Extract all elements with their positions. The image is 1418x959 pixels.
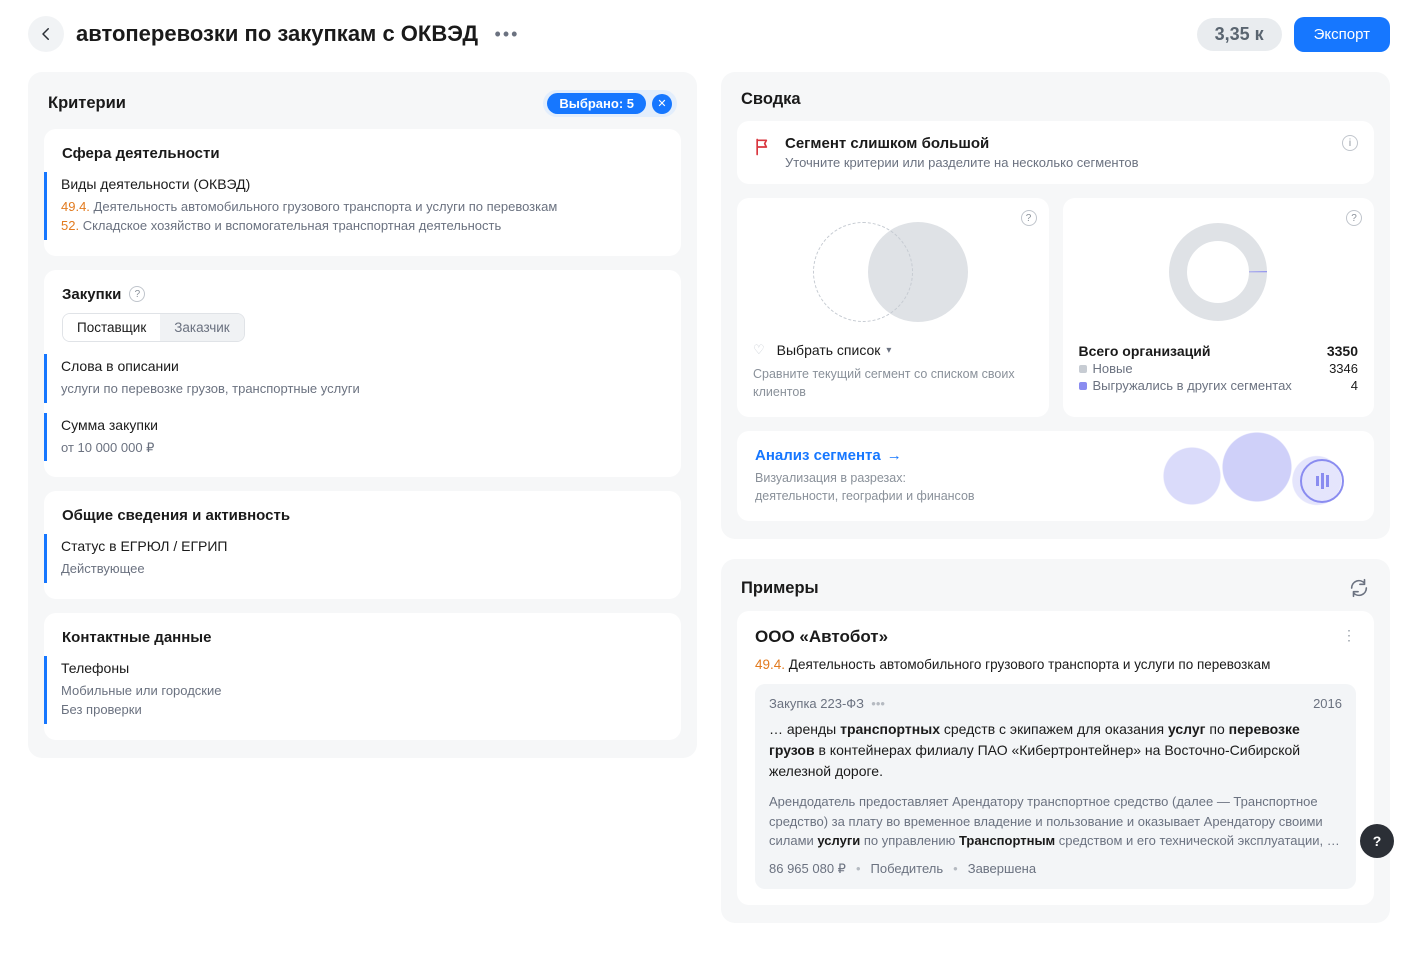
toggle-supplier[interactable]: Поставщик — [63, 314, 160, 341]
summary-title: Сводка — [741, 90, 801, 109]
criteria-card-general[interactable]: Общие сведения и активность Статус в ЕГР… — [44, 491, 681, 599]
criterion-line: Мобильные или городские — [61, 682, 663, 701]
export-button[interactable]: Экспорт — [1294, 17, 1390, 52]
criterion-status: Статус в ЕГРЮЛ / ЕГРИП Действующее — [44, 534, 663, 583]
purchase-card[interactable]: Закупка 223-ФЗ ••• 2016 … аренды транспо… — [755, 684, 1356, 889]
card-title: Закупки — [62, 286, 121, 303]
selected-filters-chip[interactable]: Выбрано: 5 ✕ — [543, 90, 677, 117]
criteria-card-contacts[interactable]: Контактные данные Телефоны Мобильные или… — [44, 613, 681, 740]
info-icon[interactable]: ? — [1021, 210, 1037, 226]
heart-icon: ♡ — [753, 342, 765, 358]
analysis-sub1: Визуализация в разрезах: — [755, 470, 1116, 488]
criterion-phones: Телефоны Мобильные или городские Без про… — [44, 656, 663, 724]
compare-hint: Сравните текущий сегмент со списком свои… — [753, 366, 1033, 401]
criterion-line: 52. Складское хозяйство и вспомогательна… — [61, 217, 663, 236]
example-more-icon[interactable]: ⋮ — [1342, 627, 1356, 644]
summary-panel: Сводка Сегмент слишком большой Уточните … — [721, 72, 1390, 539]
arrow-left-icon — [37, 25, 55, 43]
criterion-line: от 10 000 000 ₽ — [61, 439, 663, 458]
criterion-title: Виды деятельности (ОКВЭД) — [61, 176, 663, 192]
page-header: автоперевозки по закупкам с ОКВЭД ••• 3,… — [28, 16, 1390, 52]
help-fab-button[interactable]: ? — [1360, 824, 1394, 858]
new-value: 3346 — [1329, 361, 1358, 376]
legend-dot-grey — [1079, 365, 1087, 373]
criteria-title: Критерии — [48, 94, 126, 113]
purchase-status: Завершена — [968, 861, 1036, 876]
total-value: 3350 — [1327, 343, 1358, 359]
result-count-badge: 3,35 к — [1197, 18, 1282, 51]
back-button[interactable] — [28, 16, 64, 52]
role-toggle[interactable]: Поставщик Заказчик — [62, 313, 245, 342]
criterion-title: Телефоны — [61, 660, 663, 676]
purchase-footer: 86 965 080 ₽ • Победитель • Завершена — [769, 861, 1342, 877]
donut-chart — [1079, 212, 1359, 332]
example-okved: 49.4. Деятельность автомобильного грузов… — [755, 657, 1356, 672]
info-icon[interactable]: ? — [1346, 210, 1362, 226]
criterion-line: 49.4. Деятельность автомобильного грузов… — [61, 198, 663, 217]
analysis-card[interactable]: Анализ сегмента → Визуализация в разреза… — [737, 431, 1374, 521]
help-icon[interactable]: ? — [129, 286, 145, 302]
criteria-panel: Критерии Выбрано: 5 ✕ Сфера деятельности… — [28, 72, 697, 758]
selected-count-chip: Выбрано: 5 — [547, 93, 646, 114]
select-list-dropdown[interactable]: ♡ Выбрать список ▾ — [753, 342, 1033, 358]
criterion-line: услуги по перевозке грузов, транспортные… — [61, 380, 663, 399]
compare-card: ? ♡ Выбрать список ▾ Сравните текущий се… — [737, 198, 1049, 417]
criterion-title: Статус в ЕГРЮЛ / ЕГРИП — [61, 538, 663, 554]
example-company-name[interactable]: ООО «Автобот» — [755, 627, 888, 647]
info-icon[interactable]: i — [1342, 135, 1358, 151]
criterion-amount: Сумма закупки от 10 000 000 ₽ — [44, 413, 663, 462]
card-title: Сфера деятельности — [62, 145, 663, 162]
page-title: автоперевозки по закупкам с ОКВЭД — [76, 21, 478, 47]
alert-title: Сегмент слишком большой — [785, 135, 1139, 152]
purchase-year: 2016 — [1313, 696, 1342, 711]
purchase-amount: 86 965 080 ₽ — [769, 861, 846, 877]
examples-panel: Примеры ООО «Автобот» ⋮ 49.4. Деятельнос… — [721, 559, 1390, 923]
chart-badge-icon — [1300, 459, 1344, 503]
card-title: Общие сведения и активность — [62, 507, 663, 524]
exported-value: 4 — [1351, 378, 1358, 393]
alert-subtitle: Уточните критерии или разделите на неско… — [785, 155, 1139, 170]
criterion-line: Без проверки — [61, 701, 663, 720]
clear-filters-icon[interactable]: ✕ — [652, 94, 672, 114]
criterion-title: Слова в описании — [61, 358, 663, 374]
criterion-line: Действующее — [61, 560, 663, 579]
criterion-title: Сумма закупки — [61, 417, 663, 433]
totals-card: ? Всего организаций3350 Новые3346 Выгруж… — [1063, 198, 1375, 417]
criterion-okved: Виды деятельности (ОКВЭД) 49.4. Деятельн… — [44, 172, 663, 240]
flag-icon — [753, 137, 773, 157]
purchase-tag: Закупка 223-ФЗ — [769, 696, 864, 711]
criteria-card-activity[interactable]: Сфера деятельности Виды деятельности (ОК… — [44, 129, 681, 256]
refresh-icon[interactable] — [1348, 577, 1370, 599]
total-label: Всего организаций — [1079, 343, 1211, 359]
analysis-sub2: деятельности, географии и финансов — [755, 488, 1116, 506]
arrow-right-icon: → — [887, 447, 902, 464]
criterion-keywords: Слова в описании услуги по перевозке гру… — [44, 354, 663, 403]
purchase-role: Победитель — [871, 861, 944, 876]
toggle-customer[interactable]: Заказчик — [160, 314, 243, 341]
more-menu-button[interactable]: ••• — [490, 17, 524, 51]
examples-title: Примеры — [741, 579, 819, 598]
example-card: ООО «Автобот» ⋮ 49.4. Деятельность автом… — [737, 611, 1374, 905]
venn-diagram — [753, 212, 1033, 332]
criteria-card-purchases[interactable]: Закупки ? Поставщик Заказчик Слова в опи… — [44, 270, 681, 478]
segment-too-large-alert: Сегмент слишком большой Уточните критери… — [737, 121, 1374, 184]
purchase-title: … аренды транспортных средств с экипажем… — [769, 719, 1342, 782]
purchase-description: Арендодатель предоставляет Арендатору тр… — [769, 792, 1342, 851]
card-title: Контактные данные — [62, 629, 663, 646]
chevron-down-icon: ▾ — [886, 345, 891, 356]
legend-dot-purple — [1079, 382, 1087, 390]
